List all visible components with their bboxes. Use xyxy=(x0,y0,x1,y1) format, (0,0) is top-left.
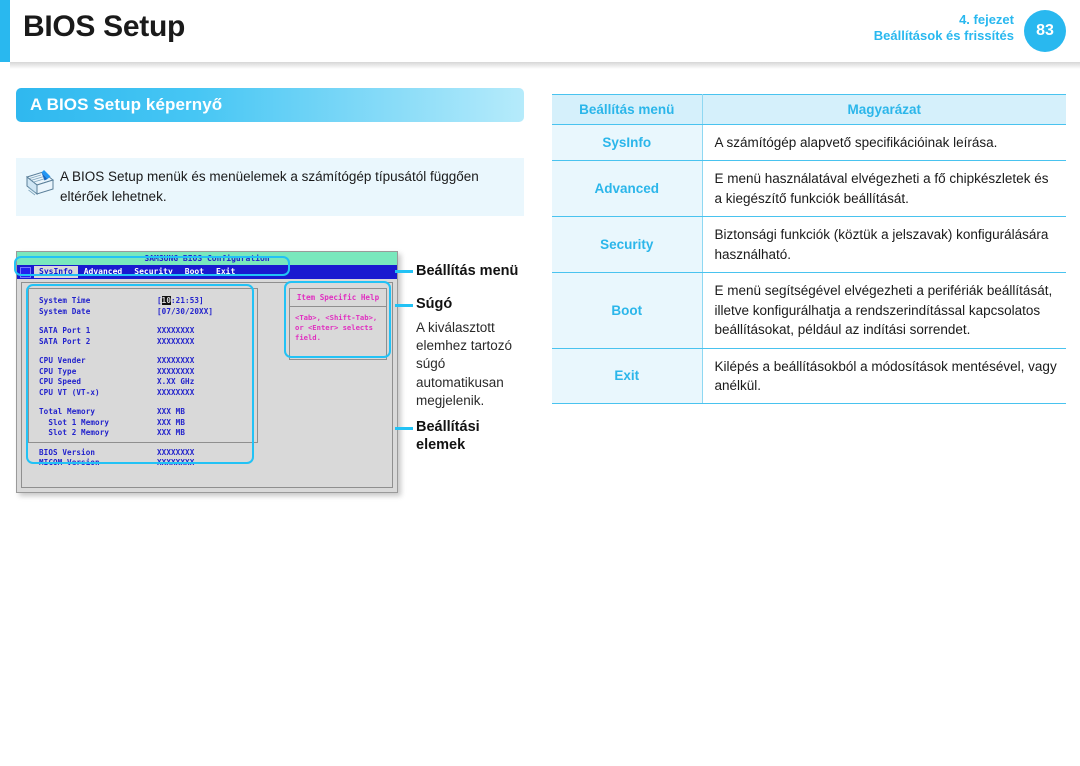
table-cell-menu: Boot xyxy=(552,272,703,349)
leader-line-help xyxy=(395,304,413,307)
page-header: BIOS Setup 4. fejezet Beállítások és fri… xyxy=(0,0,1080,62)
bios-field-row[interactable]: System Date [07/30/20XX] xyxy=(39,307,249,318)
bios-field-label: Total Memory xyxy=(39,407,96,416)
bios-field-value: XXXXXXXX xyxy=(157,458,195,467)
bios-menu-sysinfo[interactable]: SysInfo xyxy=(34,266,78,278)
bios-field-value: XXXXXXXX xyxy=(157,366,195,376)
bios-field-value: [07/30/20XX] xyxy=(157,306,214,316)
table-cell-description: E menü segítségével elvégezheti a perifé… xyxy=(702,272,1066,349)
annotation-items-title: Beállítási elemek xyxy=(416,419,480,454)
bios-field-value: [10:21:53] xyxy=(157,296,204,305)
bios-field-label: SATA Port 1 xyxy=(39,326,91,335)
bios-item-specific-help-panel: Item Specific Help <Tab>, <Shift-Tab>, o… xyxy=(289,288,387,360)
table-cell-description: Biztonsági funkciók (köztük a jelszavak)… xyxy=(702,216,1066,274)
bios-field-value: XXXXXXXX xyxy=(157,356,195,365)
left-column: A BIOS Setup képernyő A BIOS Setup menük… xyxy=(0,88,540,493)
bios-field-row[interactable]: CPU VT (VT-x) XXXXXXXX xyxy=(39,388,249,399)
bios-field-value: XXXXXXXX xyxy=(157,326,195,335)
bios-menu-bar: SysInfo Advanced Security Boot Exit xyxy=(17,265,397,279)
bios-menu-advanced[interactable]: Advanced xyxy=(78,266,129,278)
bios-menu-marker-icon xyxy=(20,266,31,278)
table-header-menu: Beállítás menü xyxy=(552,94,703,125)
bios-cursor: 10 xyxy=(161,296,172,305)
table-cell-description: E menü használatával elvégezheti a fő ch… xyxy=(702,160,1066,218)
leader-line-menu xyxy=(395,270,413,273)
bios-menu-exit[interactable]: Exit xyxy=(210,266,241,278)
table-header-row: Beállítás menü Magyarázat xyxy=(552,94,1066,125)
bios-settings-panel: System Time [10:21:53] System Date [07/3… xyxy=(28,288,258,467)
note-pen-icon xyxy=(24,168,58,198)
annotation-help-body: A kiválasztott elemhez tartozó súgó auto… xyxy=(416,320,513,408)
header-chapter-block: 4. fejezet Beállítások és frissítés xyxy=(874,12,1014,45)
leader-line-items xyxy=(395,427,413,430)
bios-field-label: Slot 2 Memory xyxy=(39,428,110,437)
bios-field-row[interactable]: CPU Type XXXXXXXX xyxy=(39,367,249,378)
bios-field-row[interactable]: BIOS Version XXXXXXXX xyxy=(39,448,249,459)
bios-screenshot-mock: SAMSUNG BIOS Configuration SysInfo Advan… xyxy=(16,251,398,493)
table-cell-menu: Advanced xyxy=(552,160,703,218)
bios-field-label: SATA Port 2 xyxy=(39,336,91,346)
table-cell-menu: SysInfo xyxy=(552,123,703,162)
header-accent-bar xyxy=(0,0,10,62)
bios-help-body: <Tab>, <Shift-Tab>, or <Enter> selects f… xyxy=(295,313,378,342)
bios-menu-security[interactable]: Security xyxy=(128,266,179,278)
note-text: A BIOS Setup menük és menüelemek a számí… xyxy=(60,169,479,204)
chapter-number: 4. fejezet xyxy=(959,12,1014,27)
menu-explanation-table-wrap: Beállítás menü Magyarázat SysInfo A szám… xyxy=(552,94,1066,405)
table-row: SysInfo A számítógép alapvető specifikác… xyxy=(552,123,1066,162)
table-row: Security Biztonsági funkciók (köztük a j… xyxy=(552,216,1066,274)
table-cell-menu: Exit xyxy=(552,347,703,405)
bios-field-value: X.XX GHz xyxy=(157,377,195,386)
bios-field-row[interactable]: CPU Vender XXXXXXXX xyxy=(39,356,249,367)
bios-field-value: XXXXXXXX xyxy=(157,447,195,457)
bios-field-row[interactable]: Slot 1 Memory XXX MB xyxy=(39,418,249,429)
bios-field-row[interactable]: Total Memory XXX MB xyxy=(39,407,249,418)
table-cell-menu: Security xyxy=(552,216,703,274)
bios-field-label: Slot 1 Memory xyxy=(39,417,110,427)
bios-field-label: CPU VT (VT-x) xyxy=(39,387,100,397)
table-header-explanation: Magyarázat xyxy=(702,94,1066,125)
table-row: Advanced E menü használatával elvégezhet… xyxy=(552,160,1066,218)
bios-field-label: CPU Type xyxy=(39,366,77,376)
bios-field-value: XXX MB xyxy=(157,417,186,427)
bios-field-label: System Date xyxy=(39,306,91,316)
bios-field-label: CPU Speed xyxy=(39,377,82,386)
annotation-menu-title: Beállítás menü xyxy=(416,263,519,279)
bios-field-label: BIOS Version xyxy=(39,447,96,457)
table-cell-description: Kilépés a beállításokból a módosítások m… xyxy=(702,347,1066,405)
bios-field-value: XXX MB xyxy=(157,428,186,437)
bios-field-label: CPU Vender xyxy=(39,356,86,365)
menu-explanation-table: Beállítás menü Magyarázat SysInfo A szám… xyxy=(552,94,1066,405)
section-title-text: A BIOS Setup képernyő xyxy=(30,95,223,114)
bios-field-row[interactable]: MICOM Version XXXXXXXX xyxy=(39,458,249,469)
annotation-help-title: Súgó xyxy=(416,296,453,312)
table-row: Exit Kilépés a beállításokból a módosítá… xyxy=(552,347,1066,405)
bios-window-title: SAMSUNG BIOS Configuration xyxy=(17,252,397,265)
note-box: A BIOS Setup menük és menüelemek a számí… xyxy=(16,158,524,216)
bios-field-value: XXX MB xyxy=(157,407,186,416)
bios-field-value: XXXXXXXX xyxy=(157,387,195,397)
bios-field-row[interactable]: Slot 2 Memory XXX MB xyxy=(39,428,249,439)
bios-help-title: Item Specific Help xyxy=(290,289,386,307)
chapter-name: Beállítások és frissítés xyxy=(873,28,1014,44)
page-title: BIOS Setup xyxy=(23,10,186,43)
bios-field-label: MICOM Version xyxy=(39,458,100,467)
section-title-bar: A BIOS Setup képernyő xyxy=(16,88,524,122)
bios-field-value: XXXXXXXX xyxy=(157,336,195,346)
bios-field-row[interactable]: SATA Port 2 XXXXXXXX xyxy=(39,337,249,348)
bios-field-row[interactable]: SATA Port 1 XXXXXXXX xyxy=(39,326,249,337)
bios-field-row[interactable]: System Time [10:21:53] xyxy=(39,296,249,307)
bios-body: System Time [10:21:53] System Date [07/3… xyxy=(21,282,393,488)
page-number-badge: 83 xyxy=(1024,10,1066,52)
header-divider-shadow xyxy=(10,62,1080,69)
bios-menu-boot[interactable]: Boot xyxy=(179,266,210,278)
bios-field-label: System Time xyxy=(39,296,91,305)
table-cell-description: A számítógép alapvető specifikációinak l… xyxy=(702,123,1066,162)
table-row: Boot E menü segítségével elvégezheti a p… xyxy=(552,272,1066,349)
bios-field-row[interactable]: CPU Speed X.XX GHz xyxy=(39,377,249,388)
